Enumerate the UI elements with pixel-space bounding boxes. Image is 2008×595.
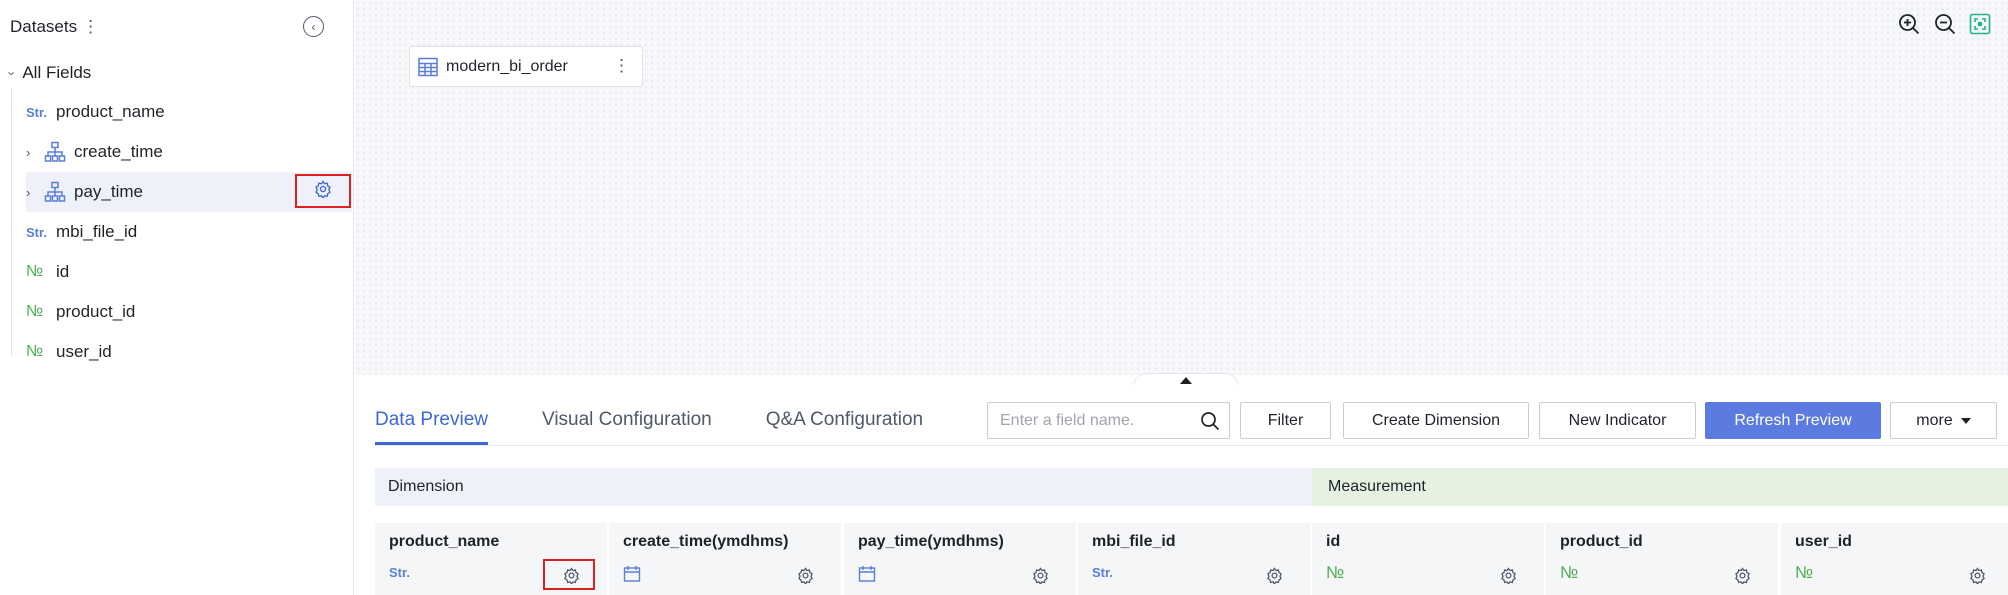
column-id[interactable]: id №	[1312, 523, 1544, 595]
field-item-pay-time[interactable]: › pay_time	[26, 172, 352, 212]
new-indicator-button[interactable]: New Indicator	[1539, 402, 1696, 439]
chevron-left-icon: ‹	[311, 19, 316, 34]
column-product-id[interactable]: product_id №	[1546, 523, 1778, 595]
table-icon	[418, 57, 438, 77]
tree-guide-line	[11, 88, 12, 356]
column-title: pay_time(ymdhms)	[858, 533, 1004, 550]
filter-button[interactable]: Filter	[1240, 402, 1331, 439]
field-item-id[interactable]: № id	[26, 252, 352, 292]
gear-icon[interactable]	[1264, 565, 1284, 585]
zoom-in-icon[interactable]	[1897, 12, 1921, 36]
all-fields-node[interactable]: › All Fields	[5, 62, 92, 84]
field-item-mbi-file-id[interactable]: Str. mbi_file_id	[26, 212, 352, 252]
search-icon[interactable]	[1200, 411, 1220, 436]
column-title: id	[1326, 533, 1341, 550]
field-settings-button[interactable]	[295, 174, 351, 208]
column-title: product_name	[389, 533, 500, 550]
create-dimension-button[interactable]: Create Dimension	[1343, 402, 1529, 439]
model-canvas[interactable]: modern_bi_order ⋮	[355, 0, 2008, 375]
more-dropdown-button[interactable]: more	[1890, 402, 1997, 439]
datasets-panel: Datasets ⋮ ‹ › All Fields Str. product_n…	[0, 0, 354, 595]
hierarchy-icon	[44, 181, 66, 203]
datasets-title: Datasets	[10, 17, 78, 36]
number-type-icon: №	[1326, 563, 1345, 582]
datasets-header: Datasets ⋮	[10, 16, 99, 38]
table-node-label: modern_bi_order	[446, 57, 568, 75]
collapse-panel-icon[interactable]: ‹	[303, 16, 324, 37]
number-type-icon: №	[1560, 563, 1579, 582]
bottom-panel: Data Preview Visual Configuration Q&A Co…	[355, 385, 2008, 595]
table-node[interactable]: modern_bi_order ⋮	[409, 46, 643, 87]
hierarchy-icon	[44, 141, 66, 163]
fit-screen-icon[interactable]	[1968, 12, 1992, 36]
column-pay-time[interactable]: pay_time(ymdhms)	[844, 523, 1076, 595]
gear-icon[interactable]	[1967, 565, 1987, 585]
more-label: more	[1916, 411, 1953, 429]
field-name: product_id	[56, 302, 136, 321]
field-name: pay_time	[74, 182, 143, 201]
number-type-icon: №	[26, 343, 44, 360]
number-type-icon: №	[26, 303, 44, 320]
column-title: product_id	[1560, 533, 1643, 550]
column-create-time[interactable]: create_time(ymdhms)	[609, 523, 841, 595]
gear-icon[interactable]	[1732, 565, 1752, 585]
datasets-more-icon[interactable]: ⋮	[82, 17, 99, 37]
caret-down-icon	[1960, 417, 1971, 424]
tab-qa-configuration[interactable]: Q&A Configuration	[766, 405, 923, 445]
string-type-icon: Str.	[1092, 565, 1113, 580]
chevron-down-icon: ›	[4, 70, 20, 76]
all-fields-label: All Fields	[22, 63, 92, 82]
chevron-right-icon[interactable]: ›	[26, 145, 38, 160]
gear-icon[interactable]	[561, 565, 581, 585]
field-name: mbi_file_id	[56, 222, 138, 241]
zoom-out-icon[interactable]	[1933, 12, 1957, 36]
gear-icon	[314, 179, 332, 203]
refresh-preview-button[interactable]: Refresh Preview	[1705, 402, 1881, 439]
number-type-icon: №	[1795, 563, 1814, 582]
field-item-product-name[interactable]: Str. product_name	[26, 92, 352, 132]
column-title: create_time(ymdhms)	[623, 533, 789, 550]
field-name: product_name	[56, 102, 165, 121]
string-type-icon: Str.	[389, 565, 410, 580]
field-item-product-id[interactable]: № product_id	[26, 292, 352, 332]
column-user-id[interactable]: user_id №	[1781, 523, 2008, 595]
tab-data-preview[interactable]: Data Preview	[375, 405, 488, 445]
gear-icon[interactable]	[1030, 565, 1050, 585]
string-type-icon: Str.	[26, 224, 47, 240]
field-item-user-id[interactable]: № user_id	[26, 332, 352, 372]
field-name: create_time	[74, 142, 163, 161]
field-item-create-time[interactable]: › create_time	[26, 132, 352, 172]
caret-up-icon	[1180, 377, 1192, 384]
calendar-icon	[623, 565, 641, 588]
gear-icon[interactable]	[1498, 565, 1518, 585]
string-type-icon: Str.	[26, 104, 47, 120]
tab-visual-configuration[interactable]: Visual Configuration	[542, 405, 712, 445]
number-type-icon: №	[26, 263, 44, 280]
column-mbi-file-id[interactable]: mbi_file_id Str.	[1078, 523, 1310, 595]
tab-divider	[375, 445, 2008, 446]
field-name: id	[56, 262, 70, 281]
column-title: mbi_file_id	[1092, 533, 1176, 550]
dimension-group-header: Dimension	[375, 468, 1312, 506]
column-title: user_id	[1795, 533, 1852, 550]
field-name: user_id	[56, 342, 112, 361]
tab-bar: Data Preview Visual Configuration Q&A Co…	[375, 405, 977, 445]
chevron-right-icon[interactable]: ›	[26, 185, 38, 200]
table-node-more-icon[interactable]: ⋮	[613, 56, 630, 76]
gear-icon[interactable]	[795, 565, 815, 585]
calendar-icon	[858, 565, 876, 588]
column-product-name[interactable]: product_name Str.	[375, 523, 607, 595]
measurement-group-header: Measurement	[1312, 468, 2008, 506]
field-search[interactable]	[987, 402, 1230, 439]
search-input[interactable]	[1000, 411, 1190, 430]
